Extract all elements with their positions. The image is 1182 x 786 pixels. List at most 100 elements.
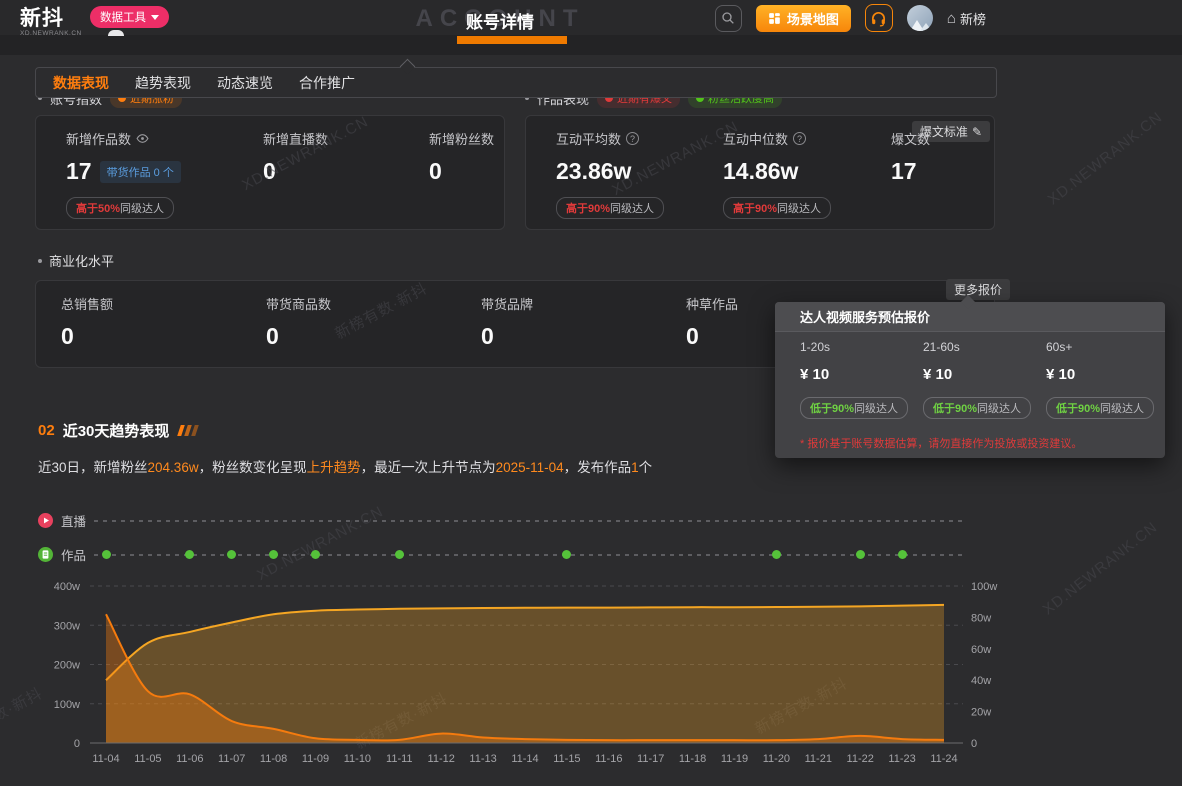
work-publish-dot[interactable] [269,550,278,559]
quote-price: ¥ 10 [1046,366,1166,383]
more-quotes-button[interactable]: 更多报价 [946,279,1010,300]
tab-cooperation[interactable]: 合作推广 [299,73,355,93]
avg-interaction-label: 互动平均数 [556,129,621,148]
sub-strip [0,35,1182,55]
svg-text:11-23: 11-23 [888,753,915,765]
heading-accent-icon [179,425,197,436]
works-label: 作品 [61,545,86,564]
new-lives-value: 0 [263,158,276,185]
rank-pill: 高于90%同级达人 [556,197,664,219]
works-timeline-row: 作品 [38,546,963,562]
work-publish-dot[interactable] [395,550,404,559]
bullet-dot [38,259,42,263]
commerce-products-value: 0 [266,323,279,350]
new-works-value: 17 [66,158,92,185]
svg-text:80w: 80w [971,612,991,624]
svg-text:11-19: 11-19 [721,753,748,765]
svg-text:11-12: 11-12 [428,753,455,765]
commerce-products-label: 带货商品数 [266,294,331,313]
help-icon[interactable]: ? [626,132,639,145]
video-quote-popup: 达人视频服务预估报价 1-20s ¥ 10 低于90%同级达人 21-60s ¥… [775,302,1165,458]
help-icon[interactable]: ? [793,132,806,145]
work-publish-dot[interactable] [102,550,111,559]
svg-text:11-11: 11-11 [386,753,413,765]
quote-duration-label: 60s+ [1046,340,1166,354]
new-lives-label: 新增直播数 [263,129,328,148]
rank-pill: 低于90%同级达人 [800,397,908,419]
svg-text:60w: 60w [971,644,991,656]
svg-text:300w: 300w [54,620,80,632]
seeding-works-value: 0 [686,323,699,350]
section-number: 02 [38,422,55,439]
commerce-works-tag: 带货作品 0 个 [100,161,181,183]
work-publish-dot[interactable] [311,550,320,559]
svg-text:400w: 400w [54,581,80,593]
account-index-card: 新增作品数 17 带货作品 0 个 高于50%同级达人 新增直播数 0 新增粉丝… [35,115,505,230]
svg-text:11-24: 11-24 [930,753,957,765]
tab-dynamic-overview[interactable]: 动态速览 [217,73,273,93]
commerce-brands-label: 带货品牌 [481,294,533,313]
eye-icon[interactable] [136,132,149,145]
new-works-label: 新增作品数 [66,129,131,148]
section-tab-bar: 数据表现 趋势表现 动态速览 合作推广 [35,67,997,98]
avg-interaction-value: 23.86w [556,158,631,185]
svg-text:20w: 20w [971,707,991,719]
svg-text:11-09: 11-09 [302,753,329,765]
rank-pill: 低于90%同级达人 [1046,397,1154,419]
svg-text:0: 0 [971,738,977,750]
title-active-underline [457,36,567,44]
works-performance-card: 爆文标准 ✎ 互动平均数 ? 23.86w 高于90%同级达人 互动中位数 ? … [525,115,995,230]
svg-text:11-08: 11-08 [260,753,287,765]
total-sales-value: 0 [61,323,74,350]
svg-text:11-05: 11-05 [134,753,161,765]
svg-text:11-10: 11-10 [344,753,371,765]
commerce-brands-value: 0 [481,323,494,350]
quote-disclaimer: * 报价基于账号数据估算，请勿直接作为投放或投资建议。 [800,435,1082,451]
svg-text:100w: 100w [971,581,997,593]
live-dashed-line [94,520,963,522]
live-play-icon [38,513,53,528]
svg-text:11-17: 11-17 [637,753,664,765]
work-publish-dot[interactable] [772,550,781,559]
quote-duration-label: 1-20s [800,340,920,354]
work-publish-dot[interactable] [856,550,865,559]
works-doc-icon [38,547,53,562]
tab-trend-performance[interactable]: 趋势表现 [135,73,191,93]
quote-price: ¥ 10 [800,366,920,383]
fans-trend-chart: 0100w200w300w400w020w40w60w80w100w11-041… [0,570,1010,775]
svg-text:11-13: 11-13 [469,753,496,765]
svg-text:40w: 40w [971,675,991,687]
svg-text:100w: 100w [54,699,80,711]
rank-pill: 高于90%同级达人 [723,197,831,219]
rank-pill: 低于90%同级达人 [923,397,1031,419]
total-sales-label: 总销售额 [61,294,113,313]
new-fans-value: 0 [429,158,442,185]
hot-content-count-value: 17 [891,158,917,185]
live-label: 直播 [61,511,86,530]
account-detail-page: XD.NEWRANK.CN XD.NEWRANK.CN XD.NEWRANK.C… [0,0,1182,786]
svg-text:11-14: 11-14 [511,753,538,765]
svg-text:11-07: 11-07 [218,753,245,765]
work-publish-dot[interactable] [562,550,571,559]
work-publish-dot[interactable] [227,550,236,559]
median-interaction-value: 14.86w [723,158,798,185]
commerce-title: 商业化水平 [49,251,114,270]
works-dashed-line [94,554,963,556]
svg-text:11-16: 11-16 [595,753,622,765]
svg-text:11-15: 11-15 [553,753,580,765]
top-bar: ACCOUNT 账号详情 新抖 XD.NEWRANK.CN 数据工具 [0,0,1182,35]
new-fans-label: 新增粉丝数 [429,129,494,148]
svg-text:11-21: 11-21 [805,753,832,765]
edit-pencil-icon: ✎ [972,125,982,139]
svg-text:11-22: 11-22 [847,753,874,765]
live-timeline-row: 直播 [38,512,963,528]
trend-section-title: 近30天趋势表现 [63,420,170,441]
svg-text:11-18: 11-18 [679,753,706,765]
svg-text:11-06: 11-06 [176,753,203,765]
watermark: XD.NEWRANK.CN [1045,109,1166,209]
profile-avatar-peek [108,30,124,36]
work-publish-dot[interactable] [185,550,194,559]
svg-text:0: 0 [74,738,80,750]
work-publish-dot[interactable] [898,550,907,559]
tab-data-performance[interactable]: 数据表现 [53,73,109,93]
